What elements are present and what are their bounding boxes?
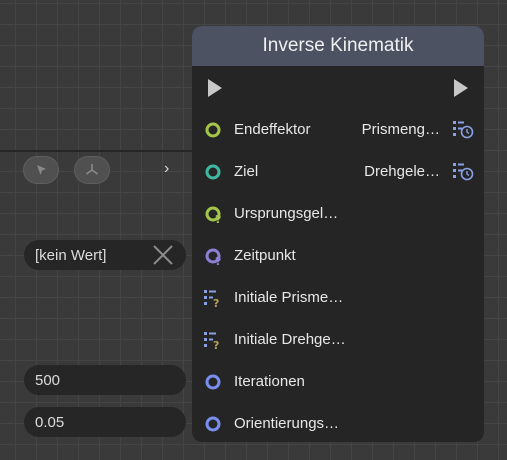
iterations-field[interactable]: 500 — [24, 365, 186, 395]
svg-text:?: ? — [213, 339, 219, 349]
port-endeffektor[interactable]: Endeffektor Prismeng… — [192, 118, 484, 142]
exec-output-icon[interactable] — [452, 78, 470, 98]
port-label: Zeitpunkt — [234, 247, 296, 264]
port-label: Prismeng… — [361, 121, 440, 138]
port-zeitpunkt[interactable]: ? Zeitpunkt — [192, 244, 484, 268]
value-field-reference[interactable]: [kein Wert] — [24, 240, 186, 270]
port-label: Initiale Drehge… — [234, 331, 346, 348]
field-value: 500 — [35, 371, 61, 389]
node-title: Inverse Kinematik — [192, 26, 484, 66]
select-tool-button[interactable] — [23, 156, 59, 184]
list-optional-icon[interactable]: ? — [204, 289, 222, 307]
port-iterationen[interactable]: Iterationen — [192, 370, 484, 394]
list-optional-icon[interactable]: ? — [204, 331, 222, 349]
inverse-kinematics-node[interactable]: Inverse Kinematik Endeffektor Prismeng… … — [192, 26, 484, 442]
socket-blue-icon[interactable] — [204, 373, 222, 391]
section-divider — [0, 150, 192, 152]
exec-input-icon[interactable] — [206, 78, 224, 98]
port-ursprungsgelenk[interactable]: ? Ursprungsgel… — [192, 202, 484, 226]
port-label: Endeffektor — [234, 121, 311, 138]
socket-blue-icon[interactable] — [204, 415, 222, 433]
port-label: Iterationen — [234, 373, 305, 390]
cursor-icon — [37, 165, 46, 175]
chevron-right-icon[interactable]: › — [164, 160, 169, 178]
svg-text:?: ? — [215, 255, 221, 265]
orientation-weight-field[interactable]: 0.05 — [24, 407, 186, 437]
list-clock-icon[interactable] — [452, 161, 474, 181]
field-value: 0.05 — [35, 413, 65, 431]
list-clock-icon[interactable] — [452, 119, 474, 139]
port-label: Drehgele… — [364, 163, 440, 180]
port-label: Ziel — [234, 163, 259, 180]
port-orientierungsgewichtung[interactable]: Orientierungs… — [192, 412, 484, 436]
gizmo-icon — [86, 164, 98, 175]
port-label: Orientierungs… — [234, 415, 340, 432]
field-value: [kein Wert] — [35, 246, 107, 264]
socket-teal-icon[interactable] — [204, 163, 222, 181]
socket-green-icon[interactable] — [204, 121, 222, 139]
port-ziel[interactable]: Ziel Drehgele… — [192, 160, 484, 184]
port-initiale-drehgelenke[interactable]: ? Initiale Drehge… — [192, 328, 484, 352]
port-initiale-prismengelenke[interactable]: ? Initiale Prisme… — [192, 286, 484, 310]
clear-icon[interactable] — [152, 245, 174, 265]
socket-green-optional-icon[interactable]: ? — [204, 205, 222, 223]
socket-purple-optional-icon[interactable]: ? — [204, 247, 222, 265]
port-label: Initiale Prisme… — [234, 289, 344, 306]
svg-text:?: ? — [213, 297, 219, 307]
transform-tool-button[interactable] — [74, 156, 110, 184]
port-label: Ursprungsgel… — [234, 205, 339, 222]
svg-text:?: ? — [215, 213, 221, 223]
